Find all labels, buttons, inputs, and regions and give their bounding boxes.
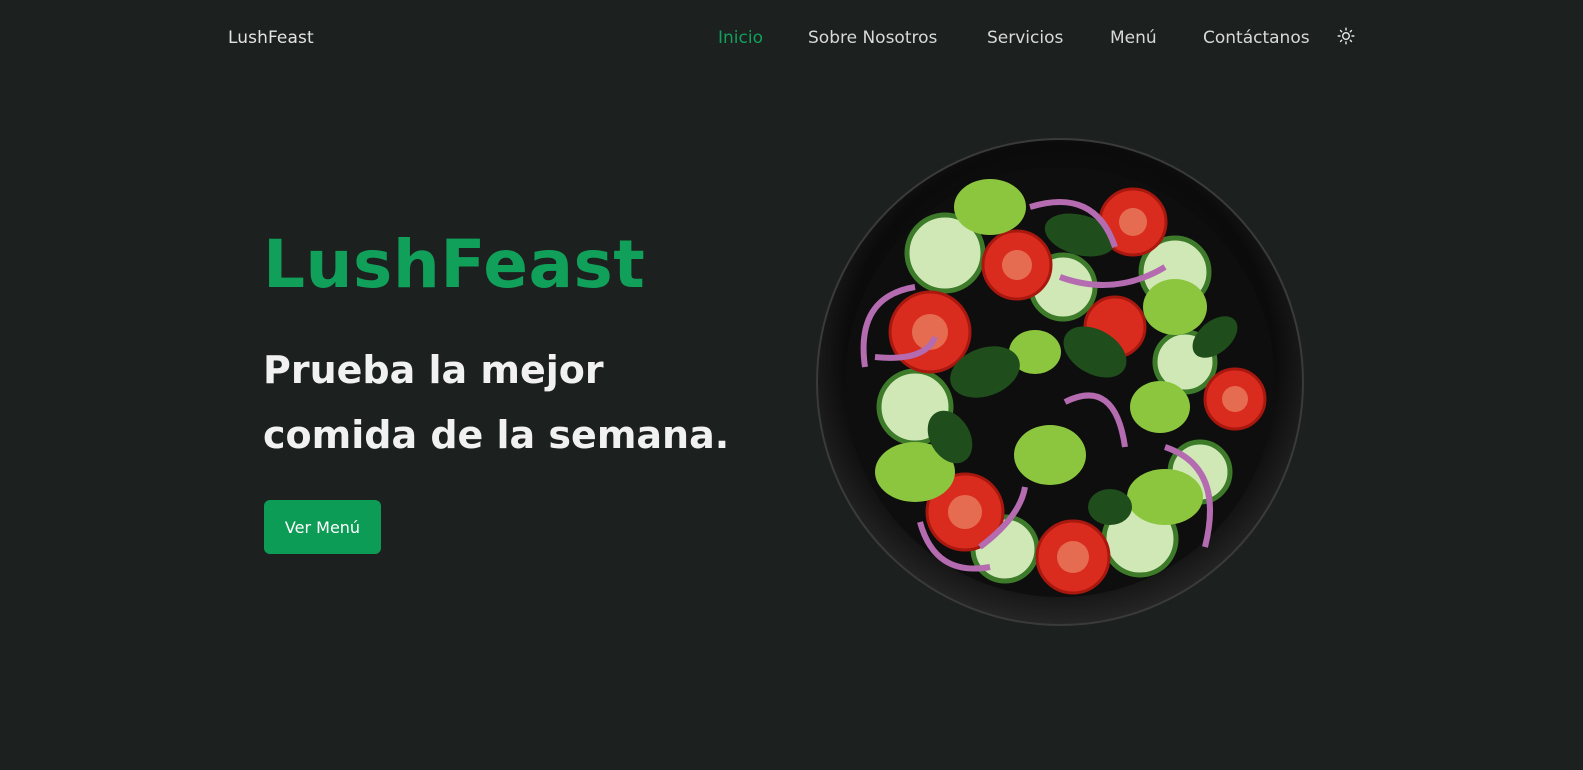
nav-link-inicio[interactable]: Inicio <box>718 28 763 48</box>
site-header: LushFeast Inicio Sobre Nosotros Servicio… <box>0 0 1583 78</box>
nav-link-servicios[interactable]: Servicios <box>987 28 1063 48</box>
hero-subtitle: Prueba la mejor comida de la semana. <box>263 348 730 457</box>
salad-bowl-image <box>815 137 1305 627</box>
brand-logo[interactable]: LushFeast <box>228 28 314 48</box>
page: LushFeast Inicio Sobre Nosotros Servicio… <box>0 0 1583 770</box>
ver-menu-button[interactable]: Ver Menú <box>264 500 381 554</box>
nav-link-sobre-nosotros[interactable]: Sobre Nosotros <box>808 28 937 48</box>
sun-icon[interactable] <box>1337 27 1355 45</box>
hero-title: LushFeast <box>263 226 646 303</box>
nav-link-menu[interactable]: Menú <box>1110 28 1157 48</box>
nav-link-contactanos[interactable]: Contáctanos <box>1203 28 1310 48</box>
